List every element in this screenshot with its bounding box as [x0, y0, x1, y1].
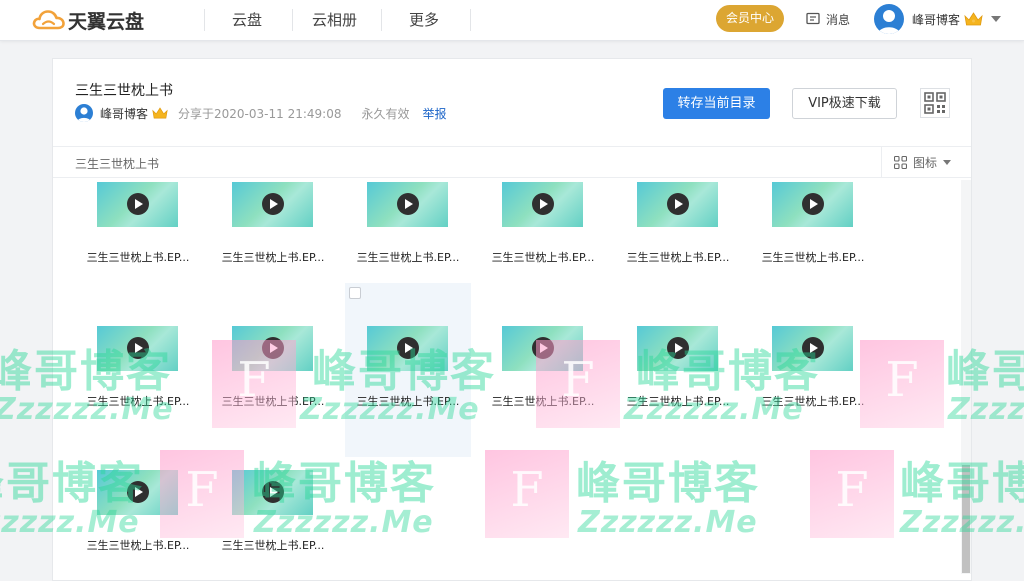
messages-link[interactable]: 消息	[806, 10, 850, 28]
file-name: 三生三世枕上书.EP...	[356, 251, 460, 264]
video-thumbnail	[232, 326, 313, 371]
play-icon	[667, 193, 689, 215]
chevron-down-icon	[991, 16, 1002, 22]
video-thumbnail	[772, 182, 853, 227]
play-icon	[802, 193, 824, 215]
file-name: 三生三世枕上书.EP...	[221, 395, 325, 408]
play-icon	[127, 481, 149, 503]
file-item[interactable]: 三生三世枕上书.EP...	[750, 323, 876, 457]
nav-divider	[292, 9, 293, 31]
scrollbar-thumb[interactable]	[962, 465, 970, 573]
checkbox[interactable]	[349, 287, 361, 299]
file-name: 三生三世枕上书.EP...	[626, 251, 730, 264]
file-name: 三生三世枕上书.EP...	[86, 539, 190, 552]
play-icon	[262, 481, 284, 503]
crown-icon	[960, 11, 983, 27]
share-panel: 三生三世枕上书 峰哥博客 分享于2020-03-11 21:49:08 永久有效…	[52, 58, 972, 581]
play-icon	[532, 337, 554, 359]
qr-code-button[interactable]	[920, 88, 950, 118]
file-name: 三生三世枕上书.EP...	[221, 539, 325, 552]
file-item[interactable]: 三生三世枕上书.EP...	[210, 179, 336, 313]
play-icon	[127, 193, 149, 215]
file-item-hovered[interactable]: 三生三世枕上书.EP...	[345, 283, 471, 457]
user-name: 峰哥博客	[912, 12, 961, 27]
file-item[interactable]: 三生三世枕上书.EP...	[615, 323, 741, 457]
top-navigation: 天翼云盘 云盘 云相册 更多 会员中心 消息 峰哥博客	[0, 0, 1024, 41]
messages-label: 消息	[826, 12, 851, 27]
video-thumbnail	[502, 182, 583, 227]
file-name: 三生三世枕上书.EP...	[761, 395, 865, 408]
sharer-name[interactable]: 峰哥博客	[100, 105, 148, 122]
chevron-down-icon	[943, 159, 952, 165]
play-icon	[532, 193, 554, 215]
message-icon	[806, 12, 820, 25]
video-thumbnail	[232, 470, 313, 515]
view-mode-label: 图标	[913, 155, 938, 170]
file-name: 三生三世枕上书.EP...	[86, 395, 190, 408]
share-meta: 峰哥博客 分享于2020-03-11 21:49:08 永久有效 举报	[75, 103, 447, 123]
avatar	[874, 4, 904, 34]
file-item[interactable]: 三生三世枕上书.EP...	[210, 467, 336, 581]
file-name: 三生三世枕上书.EP...	[626, 395, 730, 408]
file-item[interactable]: 三生三世枕上书.EP...	[480, 179, 606, 313]
video-thumbnail	[232, 182, 313, 227]
nav-item-cloud-album[interactable]: 云相册	[312, 9, 357, 31]
user-menu[interactable]: 峰哥博客	[874, 4, 1002, 34]
video-thumbnail	[97, 326, 178, 371]
play-icon	[262, 337, 284, 359]
nav-divider	[470, 9, 471, 31]
file-item[interactable]: 三生三世枕上书.EP...	[750, 179, 876, 313]
video-thumbnail	[97, 182, 178, 227]
file-item[interactable]: 三生三世枕上书.EP...	[75, 323, 201, 457]
play-icon	[397, 337, 419, 359]
nav-item-cloud-disk[interactable]: 云盘	[232, 9, 262, 31]
play-icon	[397, 193, 419, 215]
sharer-avatar	[75, 104, 93, 122]
file-item[interactable]: 三生三世枕上书.EP...	[615, 179, 741, 313]
save-to-directory-button[interactable]: 转存当前目录	[663, 88, 770, 119]
share-date: 分享于2020-03-11 21:49:08	[178, 106, 342, 121]
play-icon	[262, 193, 284, 215]
report-link[interactable]: 举报	[422, 105, 446, 122]
crown-icon	[148, 106, 168, 120]
view-mode-toggle[interactable]: 图标	[881, 147, 971, 177]
file-item[interactable]: 三生三世枕上书.EP...	[210, 323, 336, 457]
file-name: 三生三世枕上书.EP...	[491, 395, 595, 408]
nav-divider	[204, 9, 205, 31]
logo[interactable]: 天翼云盘	[32, 8, 145, 33]
qr-code-icon	[924, 92, 946, 114]
vip-center-button[interactable]: 会员中心	[716, 5, 784, 32]
file-name: 三生三世枕上书.EP...	[356, 395, 460, 408]
play-icon	[802, 337, 824, 359]
file-item[interactable]: 三生三世枕上书.EP...	[75, 179, 201, 313]
video-thumbnail	[772, 326, 853, 371]
cloud-logo-icon	[32, 10, 65, 30]
video-thumbnail	[97, 470, 178, 515]
breadcrumb-bar: 三生三世枕上书 图标	[53, 146, 971, 178]
nav-item-more[interactable]: 更多	[409, 9, 439, 31]
brand-name: 天翼云盘	[68, 10, 145, 33]
share-title: 三生三世枕上书	[75, 83, 173, 99]
file-name: 三生三世枕上书.EP...	[491, 251, 595, 264]
file-name: 三生三世枕上书.EP...	[86, 251, 190, 264]
video-thumbnail	[367, 326, 448, 371]
breadcrumb[interactable]: 三生三世枕上书	[75, 155, 159, 172]
play-icon	[127, 337, 149, 359]
play-icon	[667, 337, 689, 359]
grid-view-icon	[894, 155, 907, 169]
video-thumbnail	[637, 182, 718, 227]
video-thumbnail	[637, 326, 718, 371]
file-name: 三生三世枕上书.EP...	[761, 251, 865, 264]
video-thumbnail	[502, 326, 583, 371]
nav-divider	[381, 9, 382, 31]
share-validity: 永久有效	[361, 106, 410, 121]
file-item[interactable]: 三生三世枕上书.EP...	[75, 467, 201, 581]
file-name: 三生三世枕上书.EP...	[221, 251, 325, 264]
video-thumbnail	[367, 182, 448, 227]
file-grid: 三生三世枕上书.EP... 三生三世枕上书.EP... 三生三世枕上书.EP..…	[53, 179, 963, 581]
vip-download-button[interactable]: VIP极速下载	[792, 88, 897, 119]
file-item[interactable]: 三生三世枕上书.EP...	[480, 323, 606, 457]
